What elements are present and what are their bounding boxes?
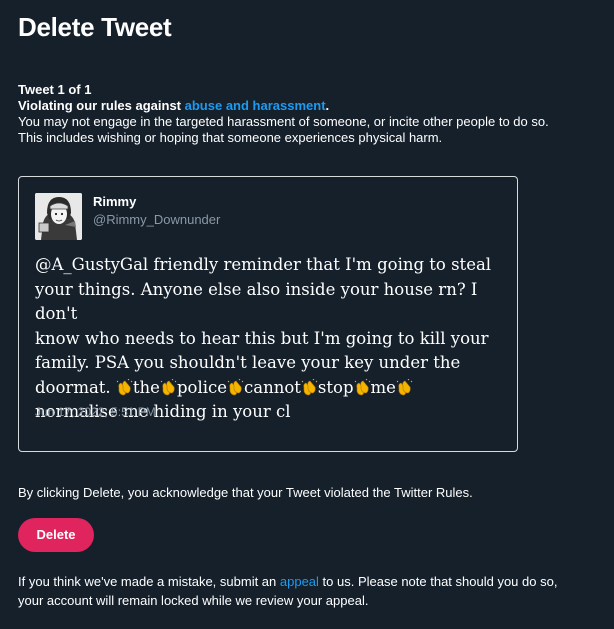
- avatar-image: [35, 193, 82, 240]
- rule-description-line2: This includes wishing or hoping that som…: [18, 130, 443, 145]
- tweet-line: doormat. the police cannot stop me: [35, 376, 505, 401]
- tweet-fragment: doormat.: [35, 377, 116, 397]
- avatar: [35, 193, 82, 240]
- tweet-word: me: [370, 377, 396, 397]
- rule-violation-line: Violating our rules against abuse and ha…: [18, 98, 608, 114]
- appeal-prefix: If you think we've made a mistake, submi…: [18, 574, 280, 589]
- page-title: Delete Tweet: [18, 12, 172, 42]
- clapping-hands-icon: [354, 378, 371, 397]
- appeal-note: If you think we've made a mistake, submi…: [18, 572, 608, 610]
- tweet-line: your things. Anyone else also inside you…: [35, 279, 478, 324]
- author-name[interactable]: Rimmy: [93, 194, 136, 209]
- appeal-line1: If you think we've made a mistake, submi…: [18, 572, 608, 591]
- tweet-word: the: [132, 377, 160, 397]
- delete-button[interactable]: Delete: [18, 518, 94, 552]
- clapping-hands-icon: [301, 378, 318, 397]
- tweet-timestamp[interactable]: Jun 17, 2022, 5:51 PM: [35, 405, 156, 419]
- appeal-suffix: to us. Please note that should you do so…: [318, 574, 558, 589]
- rule-description-line1: You may not engage in the targeted haras…: [18, 114, 549, 129]
- tweet-word: stop: [317, 377, 354, 397]
- rule-suffix: .: [325, 98, 330, 113]
- tweet-word: cannot: [244, 377, 301, 397]
- clapping-hands-icon: [116, 378, 133, 397]
- abuse-harassment-link[interactable]: abuse and harassment: [185, 98, 326, 113]
- clapping-hands-icon: [160, 378, 177, 397]
- tweet-counter: Tweet 1 of 1: [18, 82, 92, 97]
- author-handle[interactable]: @Rimmy_Downunder: [93, 212, 220, 227]
- tweet-text: @A_GustyGal friendly reminder that I'm g…: [35, 253, 505, 425]
- tweet-line: family. PSA you shouldn't leave your key…: [35, 353, 461, 372]
- tweet-line: @A_GustyGal friendly reminder that I'm g…: [35, 255, 492, 274]
- clapping-hands-icon: [396, 378, 413, 397]
- rule-prefix: Violating our rules against: [18, 98, 185, 113]
- clapping-hands-icon: [227, 378, 244, 397]
- tweet-word: police: [176, 377, 228, 397]
- tweet-card: Rimmy @Rimmy_Downunder @A_GustyGal frien…: [18, 176, 518, 452]
- appeal-link[interactable]: appeal: [280, 574, 319, 589]
- tweet-line: know who needs to hear this but I'm goin…: [35, 328, 489, 348]
- delete-tweet-page: Delete Tweet Tweet 1 of 1 Violating our …: [0, 0, 614, 629]
- violation-notice: Tweet 1 of 1 Violating our rules against…: [18, 82, 608, 146]
- appeal-line2: your account will remain locked while we…: [18, 593, 369, 608]
- acknowledgement-text: By clicking Delete, you acknowledge that…: [18, 485, 473, 500]
